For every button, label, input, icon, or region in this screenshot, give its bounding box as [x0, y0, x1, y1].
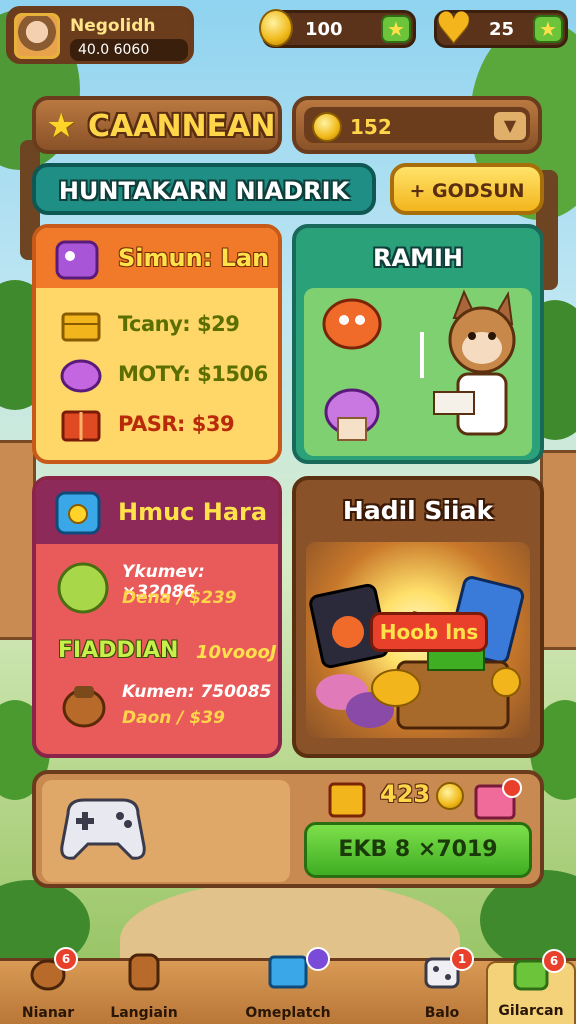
dropdown-value: 152: [350, 115, 392, 139]
shop-item[interactable]: MOTY: $1506: [56, 354, 276, 398]
gold-box-icon: [61, 312, 101, 342]
star-icon: ★: [46, 106, 77, 146]
coin-icon: [436, 782, 464, 810]
barrel-icon: [128, 953, 160, 991]
shop-hmuc-title: Hmuc Hara: [118, 498, 268, 526]
acorn-icon: [62, 686, 106, 728]
shop-hmuc-panel[interactable]: Hmuc Hara Ykumev: ×32086 Dena / $239 FIA…: [32, 476, 282, 758]
shop-hadil-panel[interactable]: Hadil Siiak Hoob lns: [292, 476, 544, 758]
hmuc-line-4: Daon / $39: [122, 708, 225, 728]
hmuc-mid-left: FIADDIAN: [58, 638, 179, 663]
player-coins: 40.0 6060: [70, 39, 188, 61]
chest-sign: Hoob lns: [370, 612, 488, 652]
nav-item-gilarcan[interactable]: 6 Gilarcan: [486, 949, 576, 1024]
bottom-panel: 423 EKB 8 ×7019: [32, 770, 544, 888]
shop-item-label: MOTY: $1506: [118, 362, 268, 386]
nav-item-balo[interactable]: 1 Balo: [394, 947, 490, 1024]
page-title: CAANNEAN: [88, 109, 276, 144]
shop-ramih-scene: [304, 288, 532, 456]
blue-chest-icon: [268, 955, 308, 989]
godsun-button[interactable]: + GODSUN: [390, 163, 544, 215]
treasure-chest-scene: Hoob lns: [306, 542, 530, 738]
nav-item-langiain[interactable]: Langiain: [96, 953, 192, 1024]
nav-badge: 6: [54, 947, 78, 971]
nav-item-nianar[interactable]: 6 Nianar: [0, 947, 96, 1024]
gems-value: 100: [305, 19, 343, 40]
shop-simun-title: Simun: Lan: [118, 244, 270, 272]
blue-coin-card-icon: [55, 491, 101, 535]
avatar: [14, 13, 60, 59]
hearts-value: 25: [489, 19, 515, 40]
shop-ramih-panel[interactable]: RAMIH: [292, 224, 544, 464]
currency-dropdown[interactable]: 152 ▼: [292, 96, 542, 154]
buy-button[interactable]: EKB 8 ×7019: [304, 822, 532, 878]
title-banner: ★ CAANNEAN: [32, 96, 282, 154]
gold-card-icon: [328, 782, 366, 818]
nav-label: Omeplatch: [245, 1005, 331, 1021]
chevron-down-icon[interactable]: ▼: [494, 112, 526, 140]
heart-icon: ♥: [435, 3, 473, 52]
shop-simun-panel[interactable]: Simun: Lan Tcany: $29 MOTY: $1506 PASR: …: [32, 224, 282, 464]
hmuc-mid-right: 10voooJ: [196, 642, 277, 663]
player-name: Negolidh: [70, 16, 156, 36]
nav-badge: 1: [450, 947, 474, 971]
bottom-count: 423: [380, 780, 431, 808]
nav-label: Langiain: [110, 1005, 178, 1021]
gem-coin-icon: [259, 9, 293, 47]
nav-badge: [306, 947, 330, 971]
tab-main[interactable]: HUNTAKARN NIADRIK: [32, 163, 376, 215]
bottom-nav: 6 Nianar Langiain Omeplatch 1 Balo 6 Gil…: [0, 947, 576, 1024]
shop-item[interactable]: Tcany: $29: [56, 304, 276, 348]
godsun-label: + GODSUN: [409, 180, 525, 202]
hmuc-line-3: Kumen: 750085: [122, 682, 272, 702]
hmuc-line-2: Dena / $239: [122, 588, 237, 608]
add-hearts-button[interactable]: ★: [533, 15, 563, 43]
red-box-icon: [61, 410, 101, 442]
purple-bag-icon: [60, 359, 102, 393]
nav-label: Nianar: [21, 1005, 75, 1021]
hearts-counter: ♥ 25 ★: [434, 3, 568, 52]
gems-counter: 100 ★: [259, 9, 416, 48]
nav-item-omeplatch[interactable]: Omeplatch: [240, 947, 336, 1024]
purple-tag-icon: [55, 240, 99, 280]
shop-item-label: Tcany: $29: [118, 312, 240, 336]
pink-gift-icon: [474, 778, 522, 820]
shop-item-label: PASR: $39: [118, 412, 235, 436]
nav-label: Balo: [424, 1005, 460, 1021]
nav-badge: 6: [542, 949, 566, 973]
fox-character-icon: [322, 289, 516, 441]
player-profile[interactable]: Negolidh 40.0 6060: [6, 6, 194, 64]
green-fruit-icon: [57, 562, 109, 614]
coin-icon: [312, 112, 342, 142]
shop-item[interactable]: PASR: $39: [56, 404, 276, 448]
nav-label: Gilarcan: [498, 1003, 564, 1019]
add-gems-button[interactable]: ★: [381, 15, 411, 43]
shop-hadil-title: Hadil Siiak: [342, 496, 494, 525]
tab-main-label: HUNTAKARN NIADRIK: [58, 177, 350, 205]
shop-ramih-title: RAMIH: [373, 244, 463, 272]
game-controller-icon[interactable]: [58, 794, 148, 864]
